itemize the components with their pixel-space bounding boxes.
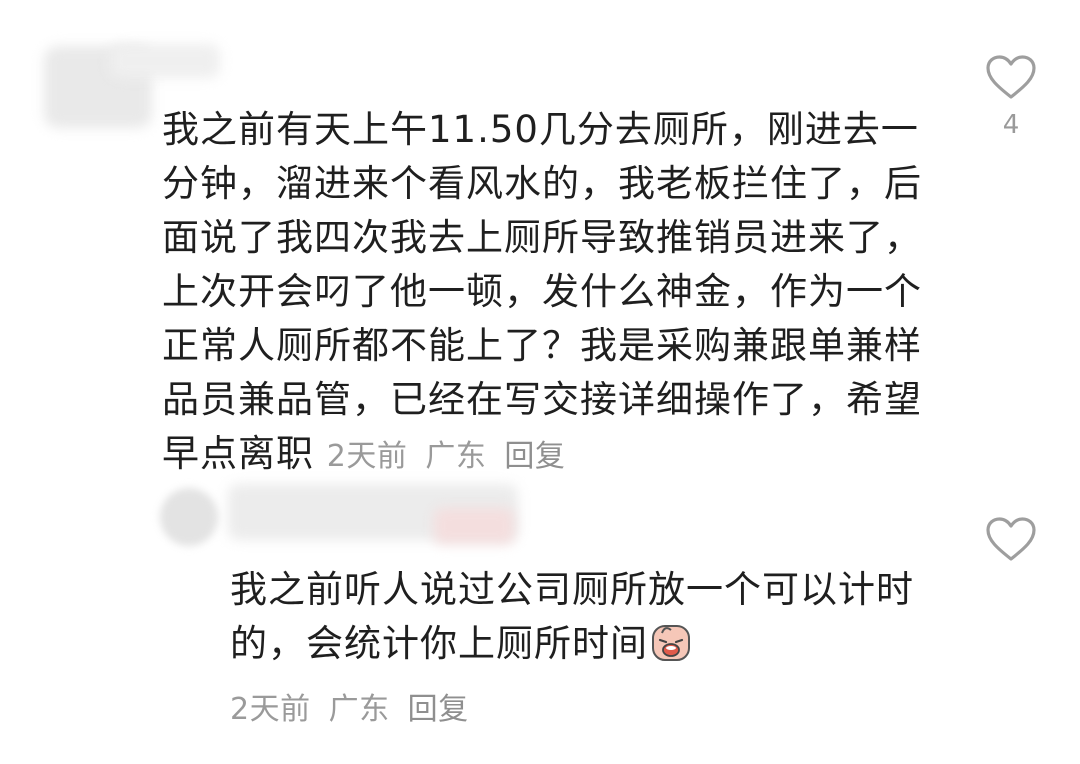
like-button[interactable]: [983, 516, 1039, 562]
comment-time: 2天前: [326, 439, 408, 474]
comment-text: 我之前听人说过公司厕所放一个可以计时的，会统计你上厕所时间: [230, 563, 920, 671]
like-button[interactable]: 4: [983, 54, 1039, 140]
username-badge-blurred: [434, 508, 514, 544]
reply-button[interactable]: 回复: [504, 439, 565, 474]
comment-location: 广东: [328, 692, 390, 727]
crying-face-emoji: [650, 621, 692, 663]
comment-body: 我之前听人说过公司厕所放一个可以计时的，会统计你上厕所时间: [230, 568, 914, 665]
comment-meta: 2天前 广东 回复: [230, 684, 487, 728]
heart-outline-icon: [986, 55, 1036, 99]
like-count: 4: [1002, 110, 1020, 140]
avatar[interactable]: [160, 488, 218, 546]
comment-body: 我之前有天上午11.50几分去厕所，刚进去一分钟，溜进来个看风水的，我老板拦住了…: [162, 108, 922, 475]
comment-meta: 2天前 广东 回复: [327, 439, 584, 474]
username-blurred[interactable]: [110, 44, 220, 78]
heart-outline-icon: [986, 517, 1036, 561]
comment-location: 广东: [425, 439, 487, 474]
comment-text: 我之前有天上午11.50几分去厕所，刚进去一分钟，溜进来个看风水的，我老板拦住了…: [162, 103, 932, 484]
comment-time: 2天前: [230, 692, 311, 727]
reply-button[interactable]: 回复: [408, 692, 469, 727]
